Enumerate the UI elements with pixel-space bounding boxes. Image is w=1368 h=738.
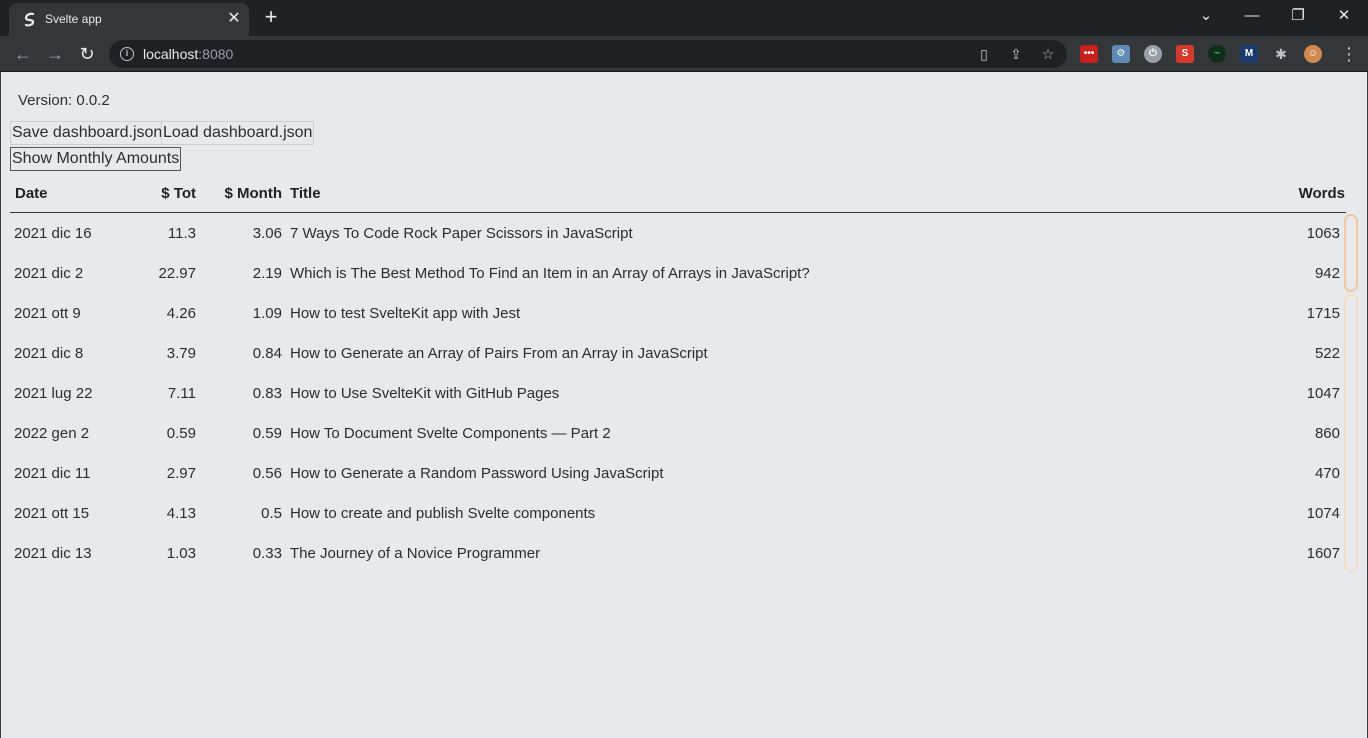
url-text[interactable]: localhost:8080	[143, 46, 233, 62]
table-row: 2021 ott 9 4.26 1.09 How to test SvelteKit …	[10, 293, 1346, 333]
cell-date: 2021 lug 22	[14, 385, 93, 402]
table-row: 2021 dic 8 3.79 0.84 How to Generate an Arr…	[10, 333, 1346, 373]
version-label: Version: 0.0.2	[18, 92, 110, 109]
cell-title: How to Use SvelteKit with GitHub Pages	[290, 385, 560, 402]
save-dashboard-button[interactable]: Save dashboard.json	[10, 121, 165, 145]
forward-icon[interactable]: →	[42, 41, 68, 67]
table-row: 2021 dic 13 1.03 0.33 The Journey of a Novi…	[10, 533, 1346, 573]
browser-tab[interactable]: Svelte app ✕	[9, 3, 249, 36]
scrollbar-thumb[interactable]	[1344, 214, 1358, 292]
cell-words: 470	[1314, 465, 1340, 482]
bookmark-star-icon[interactable]: ☆	[1039, 45, 1057, 63]
browser-titlebar: Svelte app ✕ + ⌄ — ❐ ✕	[0, 0, 1368, 36]
extension-m-icon[interactable]: M	[1240, 45, 1258, 63]
header-month[interactable]: $ Month	[210, 185, 283, 202]
cell-words: 1715	[1306, 305, 1340, 322]
header-tot[interactable]: $ Tot	[130, 185, 196, 202]
profile-avatar[interactable]: ☺	[1304, 45, 1322, 63]
restore-icon[interactable]: ❐	[1283, 5, 1313, 27]
extension-monitor-icon[interactable]: ~	[1208, 45, 1226, 63]
cell-date: 2021 ott 9	[14, 305, 81, 322]
cell-words: 1074	[1306, 505, 1340, 522]
table-row: 2021 lug 22 7.11 0.83 How to Use SvelteKit …	[10, 373, 1346, 413]
cell-tot: 3.79	[166, 345, 196, 362]
cell-date: 2021 dic 11	[14, 465, 91, 482]
cell-date: 2021 dic 13	[14, 545, 92, 562]
table-header: Date $ Tot $ Month Title Words	[10, 176, 1346, 213]
reload-icon[interactable]: ↻	[74, 41, 100, 67]
cell-words: 860	[1314, 425, 1340, 442]
cell-title: How To Document Svelte Components — Part…	[290, 425, 611, 442]
show-monthly-amounts-button[interactable]: Show Monthly Amounts	[10, 147, 182, 171]
cell-month: 2.19	[252, 265, 282, 282]
extension-power-icon[interactable]: ⏻	[1144, 45, 1162, 63]
header-words[interactable]: Words	[1270, 185, 1345, 202]
cell-month: 3.06	[252, 225, 282, 242]
cell-words: 1607	[1306, 545, 1340, 562]
close-window-icon[interactable]: ✕	[1329, 5, 1359, 27]
cell-tot: 22.97	[158, 265, 196, 282]
browser-menu-icon[interactable]: ⋮	[1340, 44, 1358, 64]
table-row: 2021 ott 15 4.13 0.5 How to create and publ…	[10, 493, 1346, 533]
cell-month: 0.59	[252, 425, 282, 442]
cell-month: 0.56	[252, 465, 282, 482]
cell-month: 0.33	[252, 545, 282, 562]
cell-words: 1047	[1306, 385, 1340, 402]
cell-month: 0.5	[261, 505, 282, 522]
table-row: 2021 dic 11 2.97 0.56 How to Generate a Ran…	[10, 453, 1346, 493]
minimize-icon[interactable]: —	[1237, 5, 1267, 27]
cell-date: 2021 dic 16	[14, 225, 92, 242]
back-icon[interactable]: ←	[10, 41, 36, 67]
cell-month: 0.83	[252, 385, 282, 402]
new-tab-icon[interactable]: +	[260, 6, 282, 28]
table-row: 2022 gen 2 0.59 0.59 How To Document Svelte…	[10, 413, 1346, 453]
cell-title: 7 Ways To Code Rock Paper Scissors in Ja…	[290, 225, 633, 242]
site-info-icon[interactable]: i	[120, 47, 134, 61]
articles-table: Date $ Tot $ Month Title Words 2021 dic …	[10, 176, 1346, 573]
browser-toolbar: ← → ↻ i localhost:8080 ▯ ⇪ ☆ ••• ⚙ ⏻ S ~…	[0, 36, 1368, 72]
cell-tot: 2.97	[166, 465, 196, 482]
cell-tot: 7.11	[167, 385, 196, 402]
cell-title: How to test SvelteKit app with Jest	[290, 305, 521, 322]
header-title[interactable]: Title	[290, 185, 321, 202]
cell-date: 2021 dic 2	[14, 265, 84, 282]
cell-date: 2022 gen 2	[14, 425, 90, 442]
cell-date: 2021 ott 15	[14, 505, 90, 522]
cell-tot: 4.26	[166, 305, 196, 322]
share-icon[interactable]: ⇪	[1007, 45, 1025, 63]
tab-title: Svelte app	[45, 12, 102, 26]
address-bar[interactable]: i localhost:8080 ▯ ⇪ ☆	[109, 40, 1067, 68]
svelte-favicon-icon	[24, 12, 35, 27]
table-row: 2021 dic 16 11.3 3.06 7 Ways To Code Rock P…	[10, 213, 1346, 253]
table-body: 2021 dic 16 11.3 3.06 7 Ways To Code Rock P…	[10, 213, 1346, 573]
cell-tot: 4.13	[166, 505, 196, 522]
page-icon[interactable]: ▯	[975, 45, 993, 63]
cell-title: How to Generate a Random Password Using …	[290, 465, 664, 482]
header-date[interactable]: Date	[15, 185, 48, 202]
load-dashboard-button[interactable]: Load dashboard.json	[161, 121, 315, 145]
table-row: 2021 dic 2 22.97 2.19 Which is The Best Met…	[10, 253, 1346, 293]
cell-title: Which is The Best Method To Find an Item…	[290, 265, 810, 282]
cell-tot: 11.3	[167, 225, 196, 242]
cell-words: 942	[1314, 265, 1340, 282]
extension-tool-icon[interactable]: ⚙	[1112, 45, 1130, 63]
cell-title: How to create and publish Svelte compone…	[290, 505, 596, 522]
cell-words: 1063	[1306, 225, 1340, 242]
cell-tot: 1.03	[166, 545, 196, 562]
cell-month: 0.84	[252, 345, 282, 362]
extension-svelte-icon[interactable]: S	[1176, 45, 1194, 63]
cell-title: The Journey of a Novice Programmer	[290, 545, 541, 562]
tab-search-icon[interactable]: ⌄	[1191, 5, 1221, 27]
scrollbar-track[interactable]	[1344, 294, 1358, 572]
extension-lastpass-icon[interactable]: •••	[1080, 45, 1098, 63]
tab-close-icon[interactable]: ✕	[225, 10, 243, 28]
cell-words: 522	[1314, 345, 1340, 362]
cell-title: How to Generate an Array of Pairs From a…	[290, 345, 708, 362]
cell-month: 1.09	[252, 305, 282, 322]
cell-tot: 0.59	[166, 425, 196, 442]
cell-date: 2021 dic 8	[14, 345, 84, 362]
page-content: Version: 0.0.2 Save dashboard.json Load …	[0, 72, 1368, 738]
extensions-puzzle-icon[interactable]: ✱	[1272, 45, 1290, 63]
